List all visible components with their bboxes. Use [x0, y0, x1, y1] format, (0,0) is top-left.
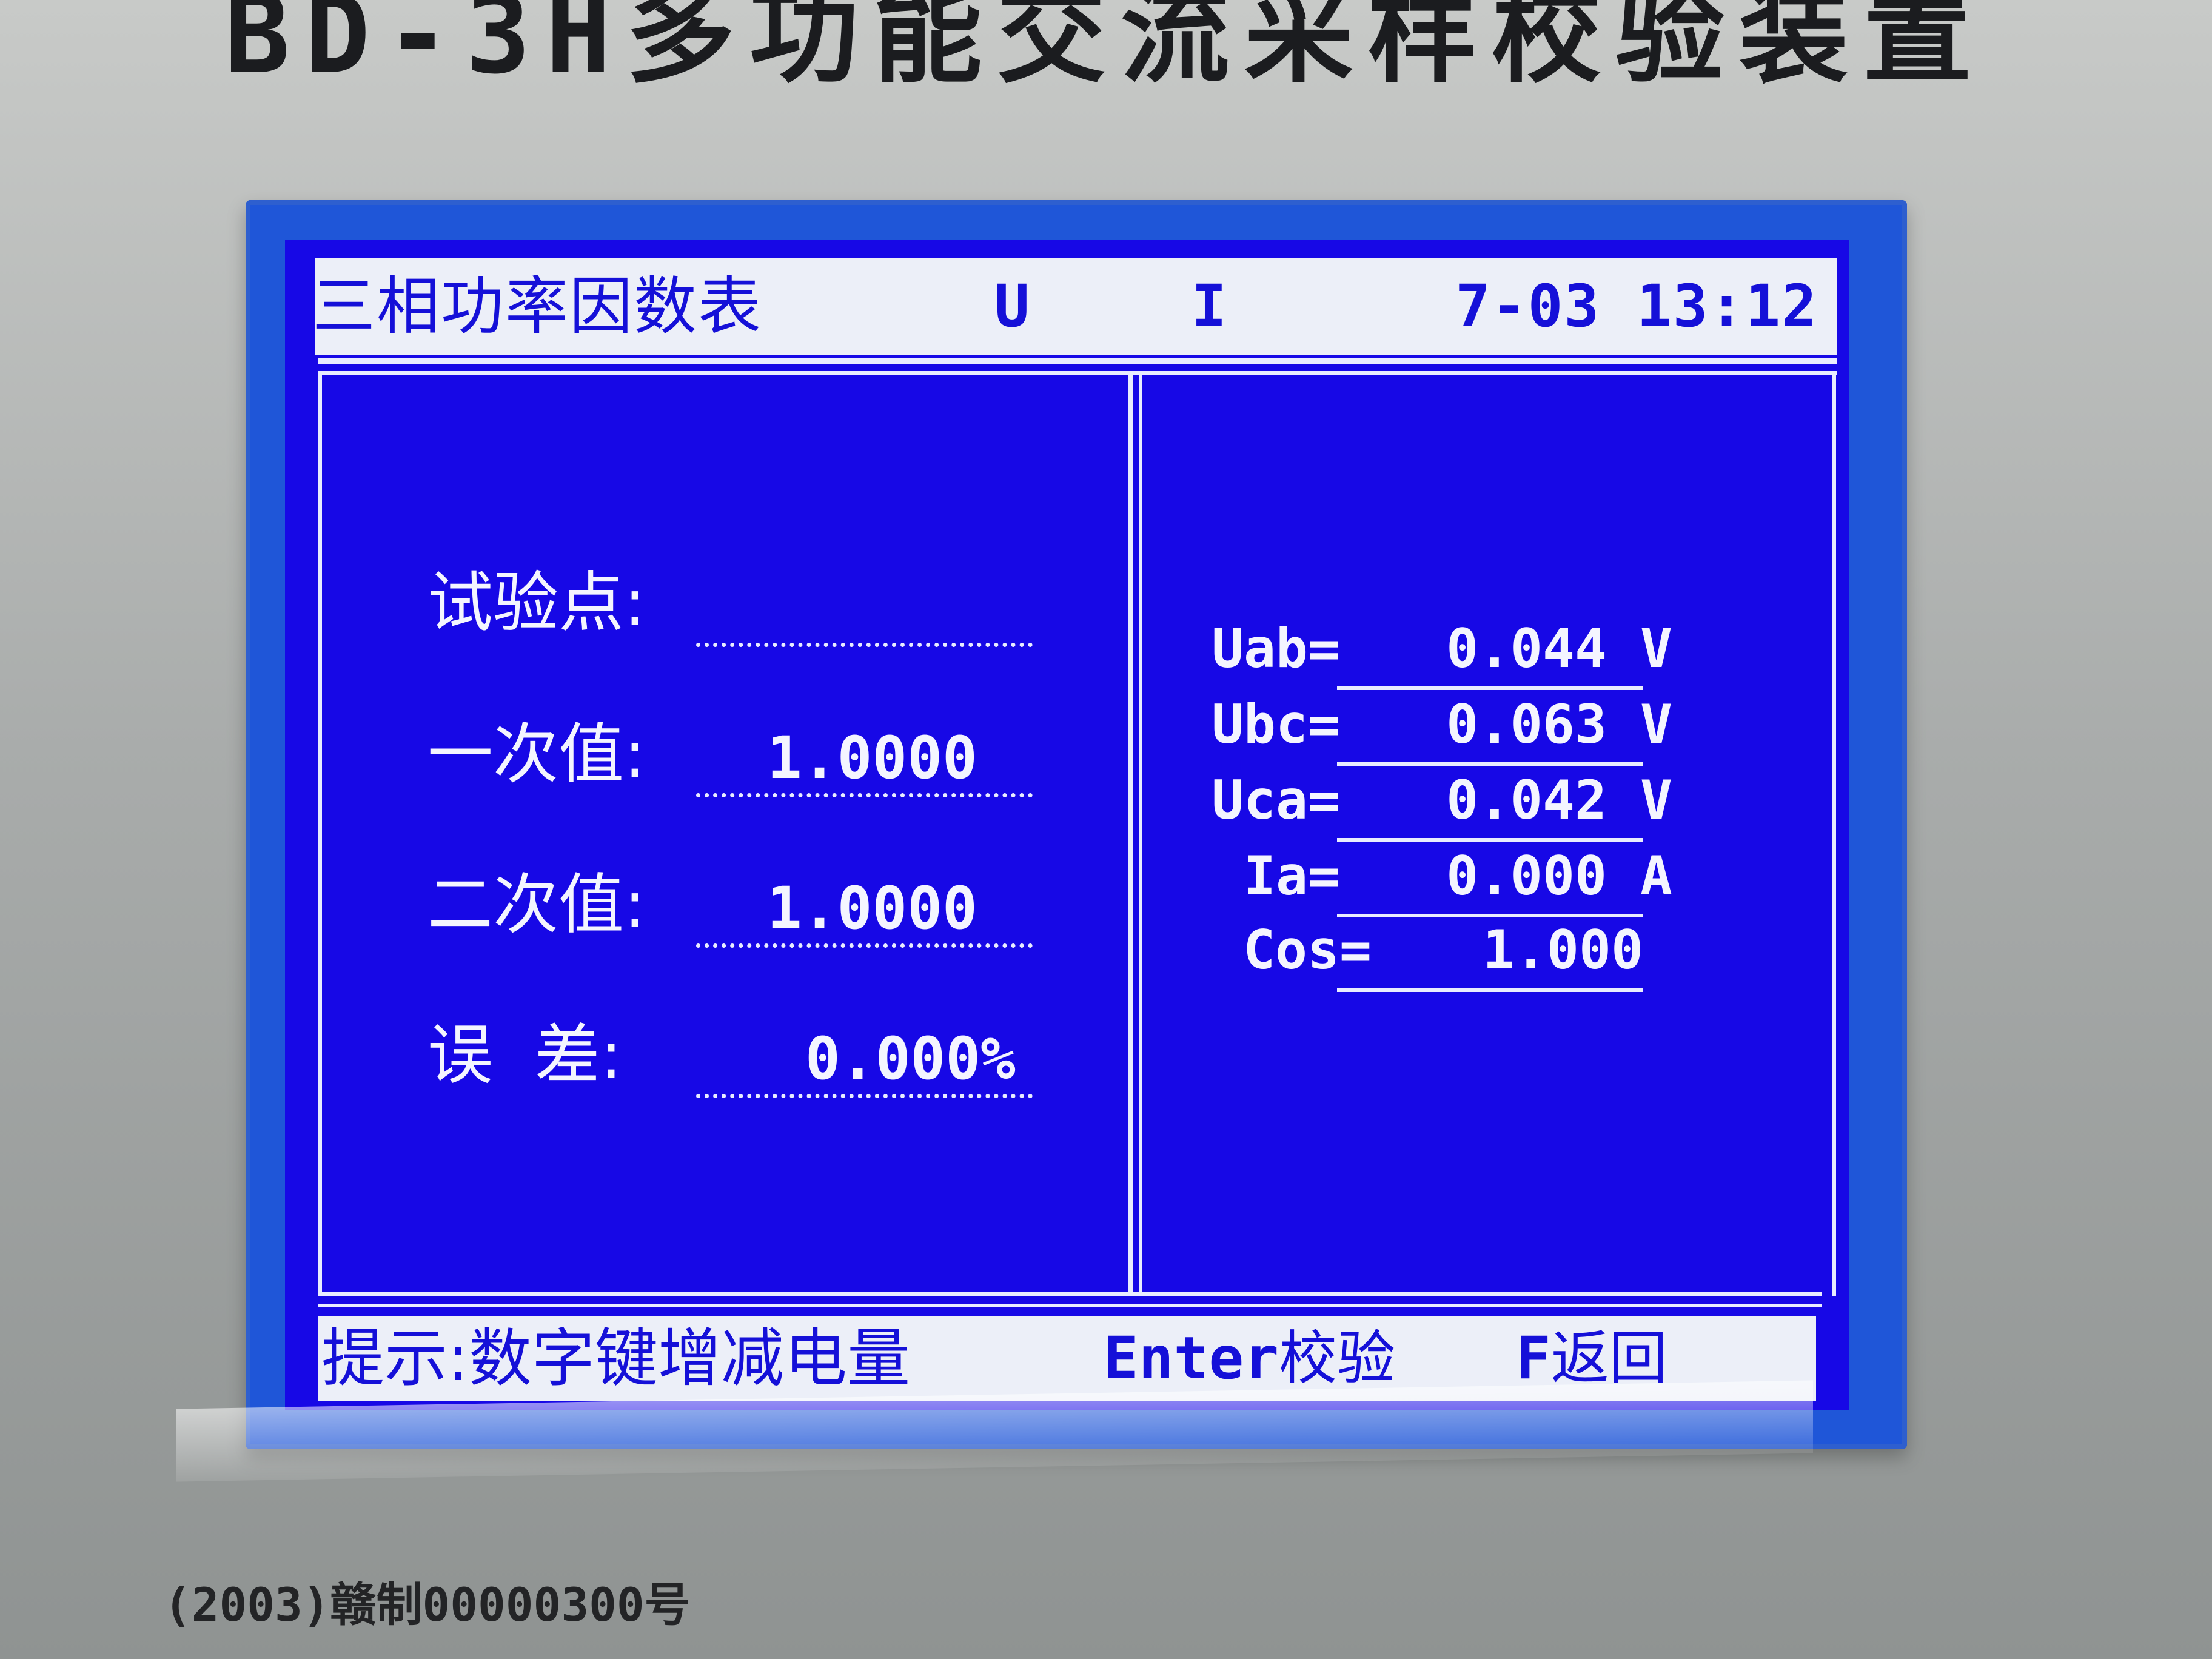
error-value: 0.000%: [805, 1025, 1016, 1093]
footer-hint: 提示:数字键增减电量: [321, 1321, 911, 1395]
secondary-label: 二次值:: [427, 867, 646, 943]
lcd-screen: [285, 240, 1849, 1410]
primary-label: 一次值:: [427, 717, 646, 793]
reading-unit-ia: A: [1640, 845, 1672, 907]
voltage-indicator: U: [994, 272, 1030, 340]
reading-label-uab: Uab=: [1212, 617, 1340, 680]
screen-title: 三相功率因数表: [312, 269, 763, 343]
secondary-value: 1.0000: [767, 874, 977, 942]
enter-key-action: 校验: [1278, 1324, 1395, 1392]
reading-value-cos: 1.000: [1483, 919, 1643, 981]
frame-right: [1832, 371, 1836, 1296]
primary-value: 1.0000: [767, 724, 977, 792]
device-title: BD-3H多功能交流采样校验装置: [224, 0, 1986, 98]
frame-left: [318, 371, 322, 1296]
current-indicator: I: [1191, 272, 1227, 340]
error-underline: [696, 1094, 1033, 1098]
secondary-underline: [696, 943, 1033, 948]
reading-unit-uab: V: [1640, 617, 1672, 680]
back-key-label: F: [1516, 1324, 1551, 1392]
enter-key-label: Enter: [1104, 1324, 1279, 1392]
error-label: 误 差:: [427, 1017, 623, 1093]
reading-value-ia: 0.000: [1446, 845, 1607, 907]
datetime: 7-03 13:12: [1455, 272, 1818, 340]
reading-underline-uab: [1337, 686, 1643, 690]
reading-label-cos: Cos=: [1243, 919, 1372, 981]
primary-underline: [696, 793, 1033, 797]
footer-divider-inner: [318, 1304, 1822, 1307]
header-divider: [318, 358, 1837, 364]
reading-unit-uca: V: [1640, 769, 1672, 831]
test-point-label: 试验点:: [427, 565, 646, 641]
reading-value-uab: 0.044: [1446, 617, 1607, 680]
reading-underline-uca: [1337, 838, 1643, 842]
reading-value-ubc: 0.063: [1446, 693, 1607, 756]
reading-unit-ubc: V: [1640, 693, 1672, 756]
enter-key-hint[interactable]: Enter校验: [1104, 1319, 1395, 1398]
footer-divider: [318, 1292, 1822, 1296]
reading-underline-cos: [1337, 988, 1643, 992]
reading-underline-ubc: [1337, 762, 1643, 766]
test-point-underline: [696, 643, 1033, 647]
reading-label-ubc: Ubc=: [1212, 693, 1340, 756]
back-key-action: 返回: [1550, 1324, 1667, 1392]
header-divider-inner: [318, 371, 1837, 375]
reading-label-uca: Uca=: [1212, 769, 1340, 831]
certificate-number: (2003)赣制00000300号: [164, 1578, 691, 1632]
reading-value-uca: 0.042: [1446, 769, 1607, 831]
reading-label-ia: Ia=: [1244, 845, 1340, 907]
